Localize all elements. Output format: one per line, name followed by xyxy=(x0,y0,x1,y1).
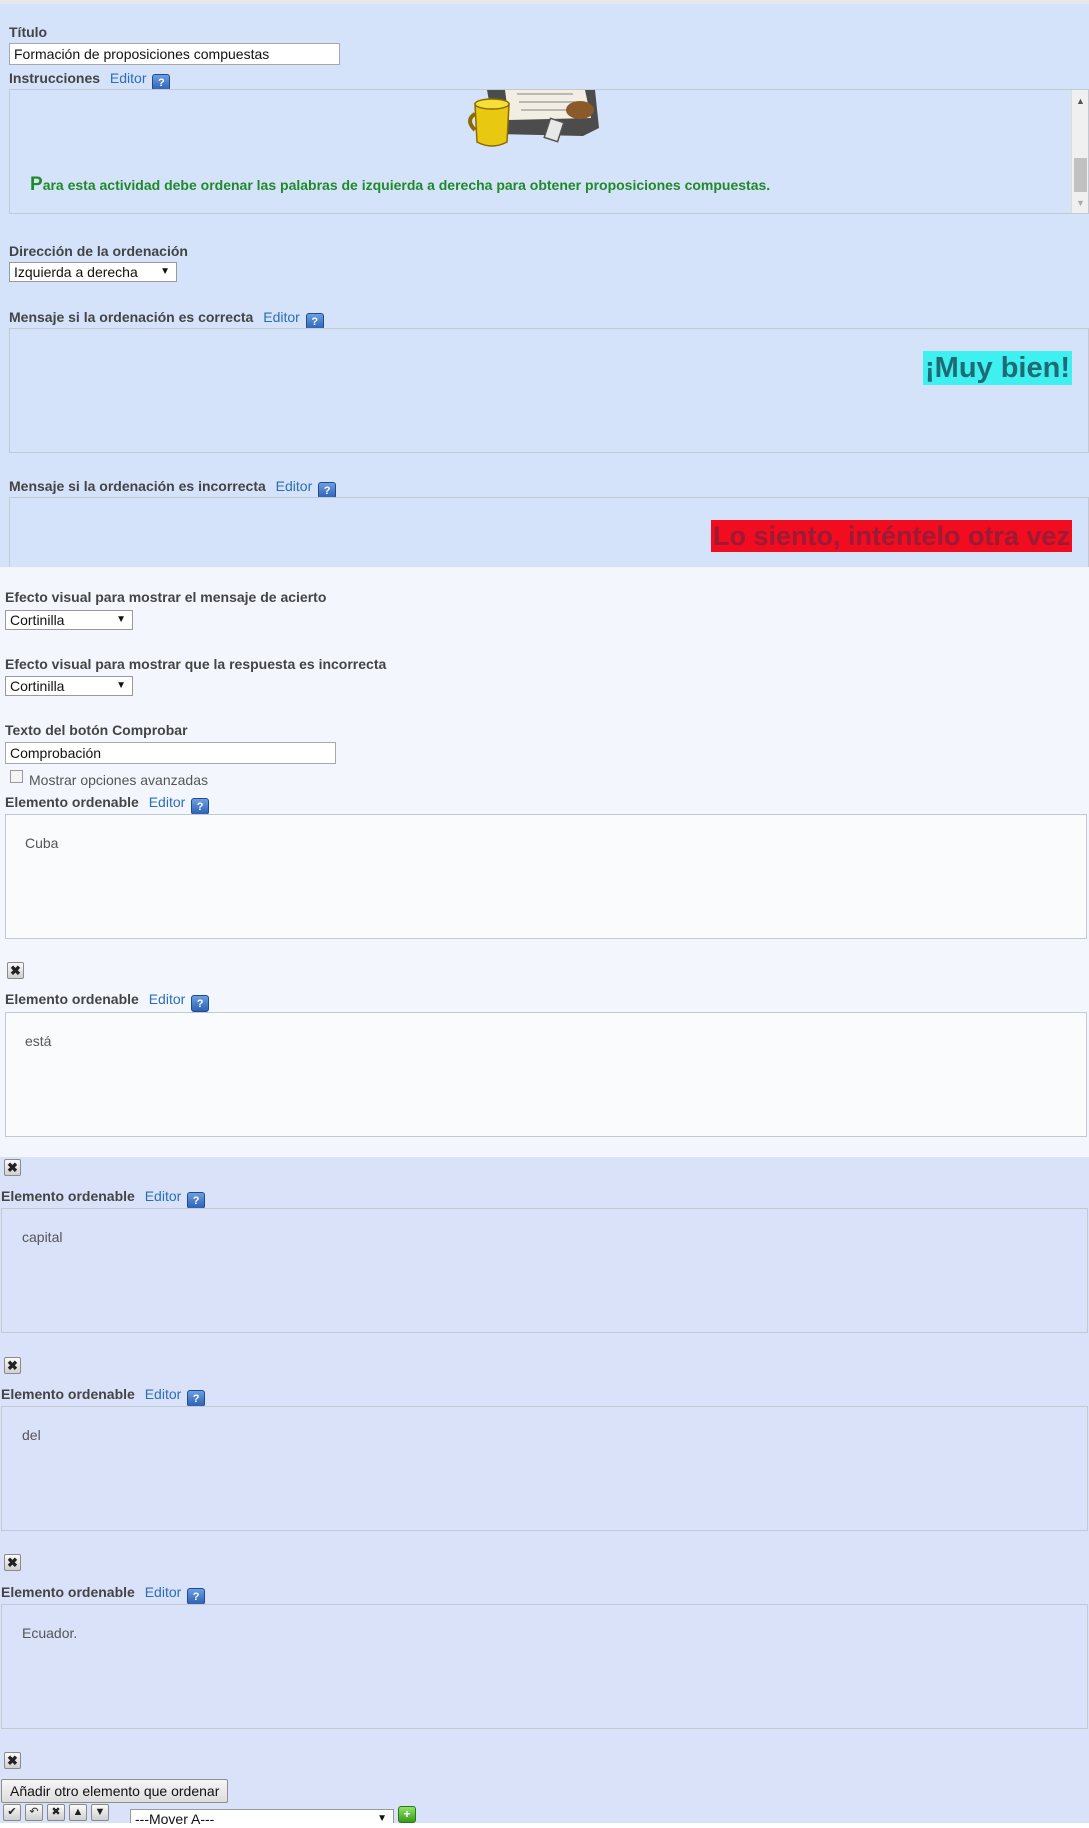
item-1-label-row: Elemento ordenable Editor ? xyxy=(5,794,210,815)
item-2-editor-link[interactable]: Editor xyxy=(149,991,186,1007)
direction-select[interactable]: Izquierda a derecha ▼ xyxy=(9,262,177,282)
instructions-editor-link[interactable]: Editor xyxy=(110,70,147,86)
correct-msg-editor[interactable]: ¡Muy bien! xyxy=(9,328,1089,453)
success-effect-select[interactable]: Cortinilla ▼ xyxy=(5,610,133,630)
item-4-label-row: Elemento ordenable Editor ? xyxy=(1,1386,206,1407)
chevron-down-icon: ▼ xyxy=(116,680,126,691)
move-down-icon[interactable]: ▼ xyxy=(91,1804,109,1821)
item-label: Elemento ordenable xyxy=(5,991,139,1007)
fail-effect-value: Cortinilla xyxy=(10,678,65,694)
item-5-value: Ecuador. xyxy=(22,1625,78,1641)
item-label: Elemento ordenable xyxy=(5,794,139,810)
fail-effect-select[interactable]: Cortinilla ▼ xyxy=(5,676,133,696)
success-effect-value: Cortinilla xyxy=(10,612,65,628)
scroll-thumb[interactable] xyxy=(1074,158,1087,192)
item-1-value: Cuba xyxy=(25,835,59,851)
item-2-editor[interactable]: está xyxy=(5,1012,1087,1137)
settings-panel: Efecto visual para mostrar el mensaje de… xyxy=(0,567,1089,1157)
incorrect-msg-text: Lo siento, inténtelo otra vez xyxy=(710,520,1072,552)
add-item-button[interactable]: Añadir otro elemento que ordenar xyxy=(1,1779,229,1803)
success-effect-label: Efecto visual para mostrar el mensaje de… xyxy=(5,589,327,605)
toolbar: ✔ ↶ ✖ ▲ ▼ xyxy=(3,1804,113,1821)
check-text-label: Texto del botón Comprobar xyxy=(5,722,188,738)
move-to-select-value: ---Mover A--- xyxy=(135,1811,215,1827)
check-text-input[interactable] xyxy=(5,742,336,764)
chevron-down-icon: ▼ xyxy=(116,614,126,625)
help-icon[interactable]: ? xyxy=(187,1588,206,1605)
help-icon[interactable]: ? xyxy=(187,1390,206,1407)
move-to-select[interactable]: ---Mover A--- ▼ xyxy=(130,1809,394,1827)
item-2-label-row: Elemento ordenable Editor ? xyxy=(5,991,210,1012)
correct-msg-label-row: Mensaje si la ordenación es correcta Edi… xyxy=(9,309,324,330)
delete-icon[interactable]: ✖ xyxy=(47,1804,65,1821)
instructions-label-row: Instrucciones Editor ? xyxy=(9,70,171,91)
chevron-down-icon: ▼ xyxy=(160,266,170,277)
item-5-label-row: Elemento ordenable Editor ? xyxy=(1,1584,206,1605)
delete-item-icon[interactable]: ✖ xyxy=(7,962,24,979)
delete-item-icon[interactable]: ✖ xyxy=(4,1159,21,1176)
item-label: Elemento ordenable xyxy=(1,1386,135,1402)
delete-item-icon[interactable]: ✖ xyxy=(4,1554,21,1571)
title-label: Título xyxy=(9,24,48,40)
incorrect-msg-editor-link[interactable]: Editor xyxy=(276,478,313,494)
instructions-panel: Título Instrucciones Editor ? Para esta … xyxy=(0,0,1089,571)
title-input[interactable] xyxy=(9,43,340,65)
correct-msg-label: Mensaje si la ordenación es correcta xyxy=(9,309,254,325)
instructions-scrollbar[interactable]: ▲ ▼ xyxy=(1071,90,1088,213)
instructions-editor[interactable]: Para esta actividad debe ordenar las pal… xyxy=(9,89,1089,214)
scroll-down-icon[interactable]: ▼ xyxy=(1076,198,1085,208)
help-icon[interactable]: ? xyxy=(191,995,210,1012)
item-3-value: capital xyxy=(22,1229,63,1245)
help-icon[interactable]: ? xyxy=(187,1192,206,1209)
item-3-editor-link[interactable]: Editor xyxy=(145,1188,182,1204)
instructions-image xyxy=(468,90,599,147)
item-4-editor[interactable]: del xyxy=(1,1406,1088,1531)
help-icon[interactable]: ? xyxy=(191,798,210,815)
go-icon[interactable]: + xyxy=(398,1806,416,1823)
item-1-editor-link[interactable]: Editor xyxy=(149,794,186,810)
incorrect-msg-label: Mensaje si la ordenación es incorrecta xyxy=(9,478,266,494)
instructions-text-rest: ara esta actividad debe ordenar las pala… xyxy=(42,177,771,193)
undo-icon[interactable]: ↶ xyxy=(25,1804,43,1821)
item-2-value: está xyxy=(25,1033,52,1049)
fail-effect-label: Efecto visual para mostrar que la respue… xyxy=(5,656,387,672)
item-4-value: del xyxy=(22,1427,41,1443)
instructions-label: Instrucciones xyxy=(9,70,101,86)
item-5-editor[interactable]: Ecuador. xyxy=(1,1604,1088,1729)
item-5-editor-link[interactable]: Editor xyxy=(145,1584,182,1600)
advanced-checkbox[interactable] xyxy=(10,770,23,783)
item-4-editor-link[interactable]: Editor xyxy=(145,1386,182,1402)
scroll-up-icon[interactable]: ▲ xyxy=(1076,96,1085,106)
chevron-down-icon: ▼ xyxy=(377,1813,387,1824)
instructions-text-initial: P xyxy=(30,174,43,195)
incorrect-msg-label-row: Mensaje si la ordenación es incorrecta E… xyxy=(9,478,337,499)
move-up-icon[interactable]: ▲ xyxy=(69,1804,87,1821)
direction-select-value: Izquierda a derecha xyxy=(14,264,138,280)
check-icon[interactable]: ✔ xyxy=(3,1804,21,1821)
direction-label: Dirección de la ordenación xyxy=(9,243,188,259)
item-label: Elemento ordenable xyxy=(1,1584,135,1600)
delete-item-icon[interactable]: ✖ xyxy=(4,1357,21,1374)
items-panel: ✖ Elemento ordenable Editor ? capital ✖ … xyxy=(0,1157,1089,1827)
item-label: Elemento ordenable xyxy=(1,1188,135,1204)
delete-item-icon[interactable]: ✖ xyxy=(4,1752,21,1769)
correct-msg-text: ¡Muy bien! xyxy=(923,351,1072,385)
incorrect-msg-editor[interactable]: Lo siento, inténtelo otra vez xyxy=(9,497,1089,571)
item-3-editor[interactable]: capital xyxy=(1,1208,1088,1333)
item-1-editor[interactable]: Cuba xyxy=(5,814,1087,939)
item-3-label-row: Elemento ordenable Editor ? xyxy=(1,1188,206,1209)
advanced-label: Mostrar opciones avanzadas xyxy=(29,772,208,788)
correct-msg-editor-link[interactable]: Editor xyxy=(263,309,300,325)
instructions-text: Para esta actividad debe ordenar las pal… xyxy=(30,174,770,196)
